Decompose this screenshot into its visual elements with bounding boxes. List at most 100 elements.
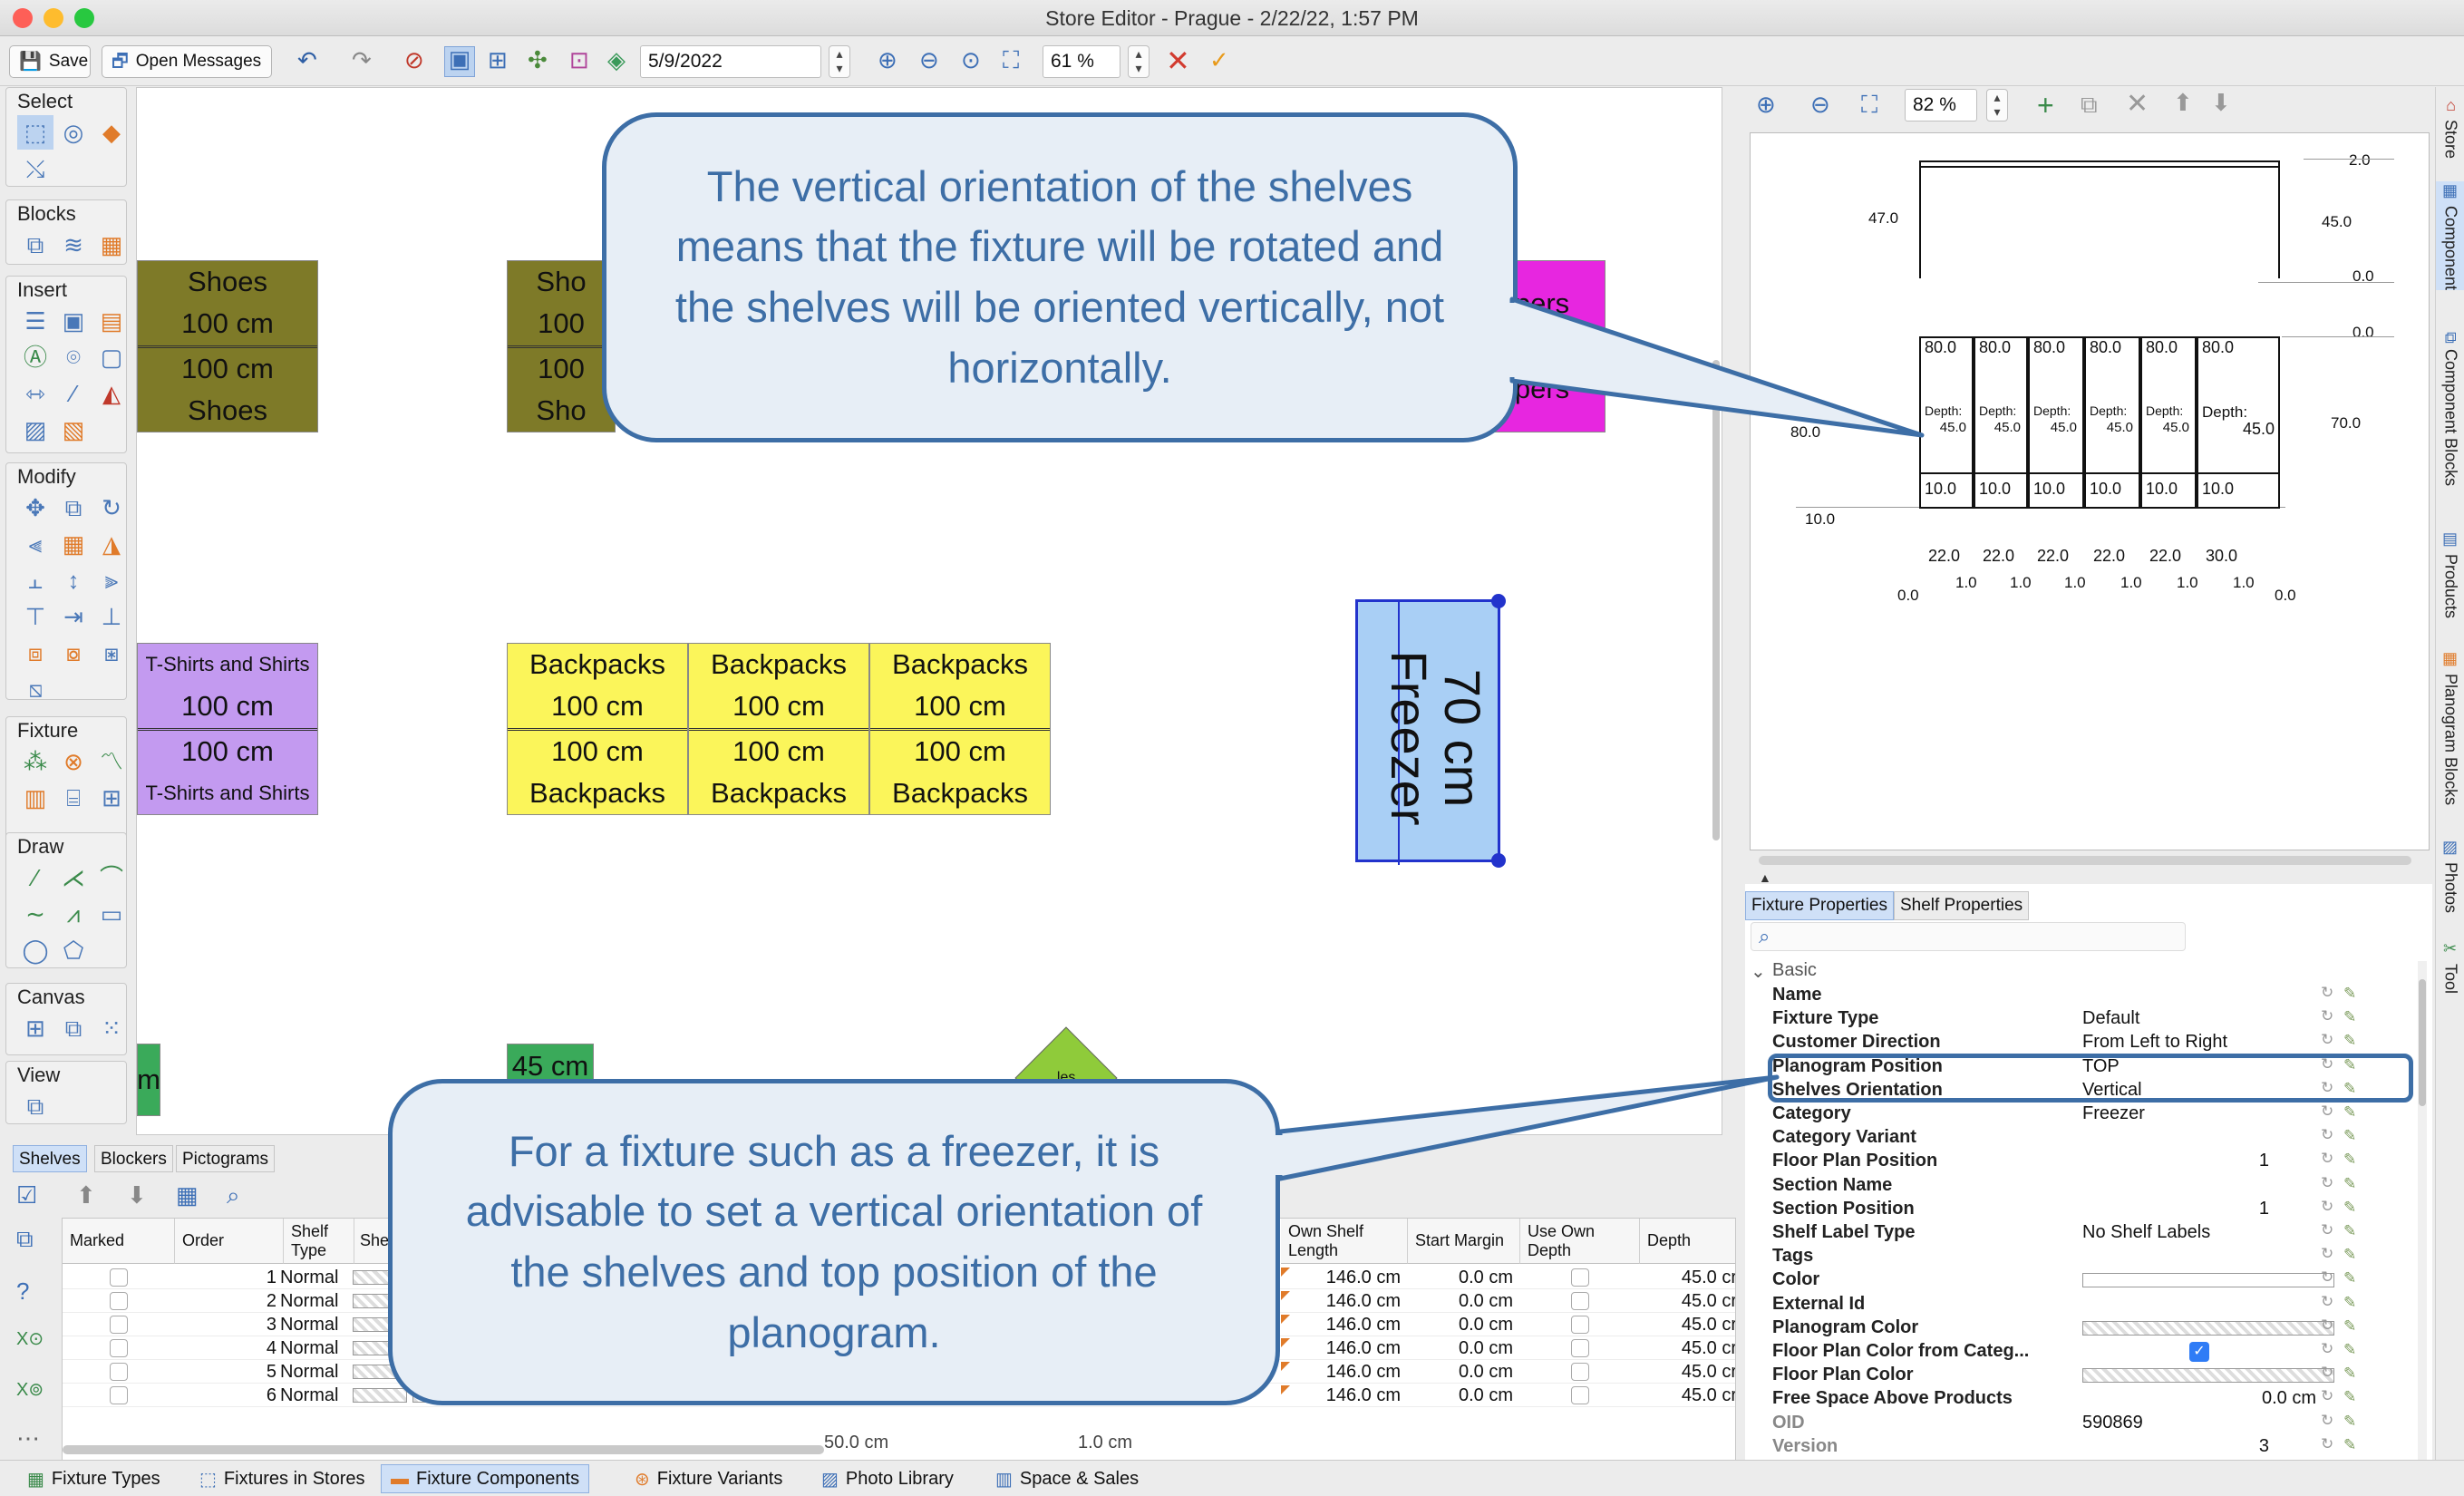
property-row[interactable]: Floor Plan Color from Categ... ✓ ↻ ✎ [1745, 1340, 2416, 1364]
view-layout-icon[interactable]: ⧉ [17, 1089, 53, 1123]
tab-shelf-properties[interactable]: Shelf Properties [1893, 891, 2030, 920]
table-icon[interactable]: ▤ [93, 304, 130, 338]
undo-icon[interactable]: ↶ [297, 48, 317, 72]
depth-cell[interactable]: 45.0 cr [1645, 1315, 1735, 1336]
reset-icon[interactable]: ↻ [2321, 1387, 2333, 1405]
spacing-icon[interactable]: ↕ [55, 563, 92, 597]
text-icon[interactable]: Ⓐ [17, 340, 53, 374]
align-left-icon[interactable]: ⫷ [17, 527, 53, 561]
property-row[interactable]: Planogram Color ↻ ✎ [1745, 1316, 2416, 1340]
use-own-depth-checkbox[interactable] [1571, 1386, 1589, 1404]
reset-icon[interactable]: ↻ [2321, 1340, 2333, 1358]
side-tab-component-blocks[interactable]: ⧉ Component Blocks [2436, 332, 2464, 486]
move-down-icon[interactable]: ⬇ [2211, 91, 2231, 114]
use-own-depth-checkbox[interactable] [1571, 1339, 1589, 1357]
draw-zigzag-icon[interactable]: ⩘ [55, 897, 92, 931]
zoom-field[interactable]: 61 % [1043, 45, 1120, 78]
confirm-icon[interactable]: ✓ [1209, 48, 1229, 72]
open-messages-button[interactable]: 🗗 Open Messages [102, 45, 272, 78]
edit-icon[interactable]: ✎ [2343, 1151, 2356, 1169]
reset-icon[interactable]: ↻ [2321, 1435, 2333, 1453]
status-tab-fixture-variants[interactable]: ⊛ Fixture Variants [626, 1464, 791, 1493]
reset-icon[interactable]: ↻ [2321, 1316, 2333, 1335]
camera-icon[interactable]: ⌾ [55, 340, 92, 374]
reset-icon[interactable]: ↻ [2321, 1221, 2333, 1239]
side-tab-planogram-blocks[interactable]: ▦ Planogram Blocks [2436, 649, 2464, 805]
edit-icon[interactable]: ✎ [2343, 1436, 2356, 1454]
depth-cell[interactable]: 45.0 cr [1645, 1362, 1735, 1383]
marked-checkbox[interactable] [110, 1339, 128, 1357]
depth-cell[interactable]: 45.0 cr [1645, 1291, 1735, 1312]
fixture-shelves-icon[interactable]: ▥ [17, 781, 53, 815]
move-up-icon[interactable]: ⬆ [2173, 91, 2193, 114]
property-value[interactable]: No Shelf Labels [2082, 1222, 2264, 1243]
start-margin-cell[interactable]: 0.0 cm [1408, 1338, 1513, 1359]
reset-icon[interactable]: ↻ [2321, 1007, 2333, 1025]
reset-icon[interactable]: ↻ [2321, 1150, 2333, 1168]
table-search-icon[interactable]: ⌕ [227, 1183, 240, 1207]
property-row[interactable]: Fixture Type Default ↻ ✎ [1745, 1007, 2416, 1031]
side-tab-products[interactable]: ▤ Products [2436, 529, 2464, 618]
reset-icon[interactable]: ↻ [2321, 1412, 2333, 1430]
property-value[interactable]: 1 [2081, 1151, 2269, 1171]
properties-scrollbar[interactable] [2418, 961, 2427, 1496]
own-length-cell[interactable]: 146.0 cm [1281, 1338, 1401, 1359]
component-drawing[interactable]: 47.0 2.0 45.0 0.0 0.0 80.0 70.0 10.0 80.… [1750, 132, 2430, 850]
col-start-margin[interactable]: Start Margin [1408, 1219, 1520, 1264]
shelf-type-cell[interactable]: Normal [280, 1385, 338, 1406]
fixture-freezer-selected[interactable]: 70 cm Freezer [1355, 594, 1506, 868]
property-row[interactable]: Color ↻ ✎ [1745, 1268, 2416, 1292]
reset-icon[interactable]: ↻ [2321, 984, 2333, 1002]
line-icon[interactable]: ⁄ [55, 376, 92, 411]
own-length-cell[interactable]: 146.0 cm [1281, 1385, 1401, 1406]
reset-icon[interactable]: ↻ [2321, 1364, 2333, 1382]
align-right-icon[interactable]: ⫸ [93, 563, 130, 597]
draw-line-icon[interactable]: ⁄ [17, 860, 53, 895]
shelf-type-cell[interactable]: Normal [280, 1362, 338, 1383]
side-tab-store[interactable]: ⌂ Store [2436, 96, 2464, 159]
edit-icon[interactable]: ✎ [2343, 1222, 2356, 1240]
snapshot-icon[interactable]: ⊡ [569, 48, 589, 72]
pdf-icon[interactable]: ◭ [93, 376, 130, 411]
layers-icon[interactable]: ◈ [607, 48, 626, 72]
resize-handle-top[interactable] [1491, 594, 1506, 608]
date-field[interactable]: 5/9/2022 [640, 45, 821, 78]
col-own-shelf-length[interactable]: Own Shelf Length [1281, 1219, 1408, 1264]
edit-icon[interactable]: ✎ [2343, 1008, 2356, 1026]
table-settings-icon[interactable]: ▦ [176, 1183, 199, 1207]
reset-icon[interactable]: ↻ [2321, 1293, 2333, 1311]
grid-icon[interactable]: ⊞ [488, 48, 508, 72]
delete-icon[interactable]: ✕ [2126, 91, 2149, 118]
marked-checkbox[interactable] [110, 1363, 128, 1381]
status-tab-fixtures-in-stores[interactable]: ⬚ Fixtures in Stores [190, 1464, 374, 1493]
own-length-cell[interactable]: 146.0 cm [1281, 1268, 1401, 1288]
draw-polyline-icon[interactable]: ⋌ [55, 860, 92, 895]
edit-icon[interactable]: ✎ [2343, 1103, 2356, 1122]
start-margin-cell[interactable]: 0.0 cm [1408, 1362, 1513, 1383]
duplicate-icon[interactable]: ⧉ [55, 491, 92, 525]
zoom-stepper[interactable]: ▴ ▾ [1128, 45, 1150, 78]
component-zoom-in-icon[interactable]: ⊕ [1756, 92, 1776, 116]
edit-icon[interactable]: ✎ [2343, 1341, 2356, 1359]
stack-icon[interactable]: ≋ [55, 228, 92, 262]
property-value[interactable]: From Left to Right [2082, 1032, 2264, 1053]
component-zoom-field[interactable]: 82 % [1905, 89, 1977, 121]
property-value[interactable]: Default [2082, 1008, 2264, 1029]
property-row[interactable]: Floor Plan Color ↻ ✎ [1745, 1364, 2416, 1387]
marked-checkbox[interactable] [110, 1386, 128, 1404]
drawing-horizontal-scrollbar[interactable] [1759, 856, 2411, 865]
date-stepper[interactable]: ▴ ▾ [829, 45, 850, 78]
draw-circle-icon[interactable]: ◯ [17, 933, 53, 967]
col-depth[interactable]: Depth [1640, 1219, 1735, 1264]
arrange-icon[interactable]: ⧅ [17, 672, 53, 706]
fixture-backpacks-3[interactable]: Backpacks 100 cm 100 cm Backpacks [869, 643, 1051, 815]
zoom-reset-icon[interactable]: ⊙ [961, 48, 981, 72]
edit-icon[interactable]: ✎ [2343, 1127, 2356, 1145]
shelf-icon[interactable]: ☰ [17, 304, 53, 338]
move-row-down-icon[interactable]: ⬇ [127, 1183, 147, 1207]
reset-icon[interactable]: ↻ [2321, 1245, 2333, 1263]
status-tab-space-sales[interactable]: ▥ Space & Sales [986, 1464, 1148, 1493]
checkbox-checked[interactable]: ✓ [2189, 1342, 2209, 1362]
align-top-icon[interactable]: ⫠ [17, 563, 53, 597]
property-row[interactable]: Free Space Above Products 0.0 cm ↻ ✎ [1745, 1387, 2416, 1411]
